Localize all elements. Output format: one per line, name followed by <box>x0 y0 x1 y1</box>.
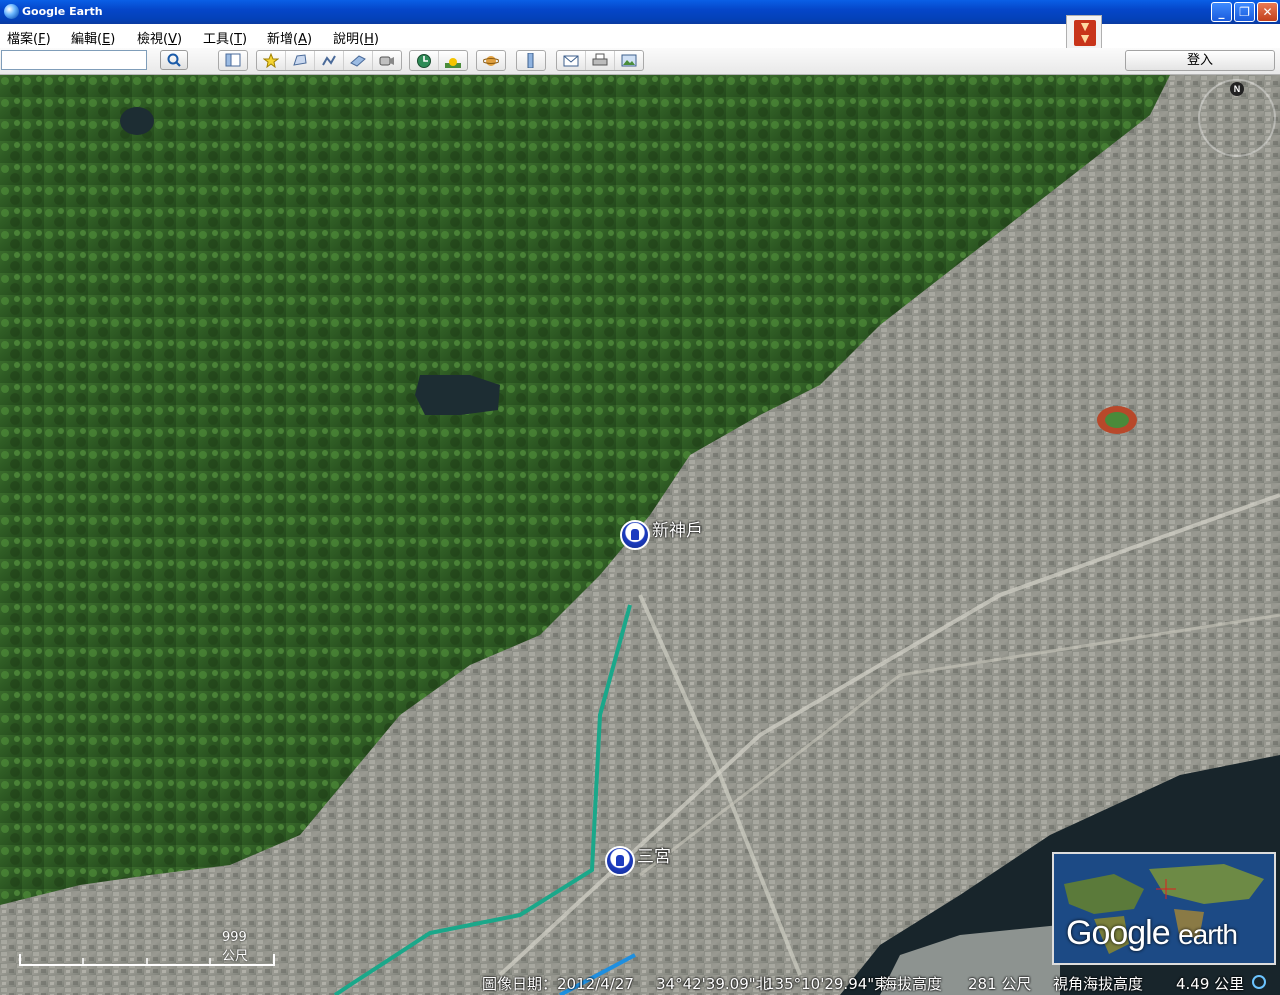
menu-edit-label: 編輯( <box>71 32 103 47</box>
map-3d-viewport[interactable]: 新神戶 三宮 N 999 公尺 Google earth 圖像日期：2012/4… <box>0 75 1280 995</box>
menu-tools-end: ) <box>242 32 248 47</box>
elevation-label: 海拔高度 <box>882 975 943 993</box>
login-button[interactable]: 登入 <box>1125 50 1275 71</box>
add-polygon-button[interactable] <box>285 51 314 70</box>
save-image-icon <box>621 54 637 67</box>
menu-file-key: F <box>38 32 46 47</box>
train-station-icon <box>605 846 635 876</box>
toolbar-collapse-button[interactable]: ▼ ▼ <box>1066 15 1102 49</box>
minimize-button[interactable]: _ <box>1211 2 1232 22</box>
longitude-readout: 135°10'29.94"東 <box>765 975 890 993</box>
menu-view-key: V <box>168 32 177 47</box>
menu-view-label: 檢視( <box>137 32 169 47</box>
menu-edit-end: ) <box>110 32 116 47</box>
email-button[interactable] <box>557 51 585 70</box>
menu-add-end: ) <box>306 32 313 47</box>
menu-help[interactable]: 說明(H) <box>333 28 379 47</box>
sidebar-toggle-icon <box>225 53 241 67</box>
menu-view[interactable]: 檢視(V) <box>137 28 182 47</box>
eye-altitude-label: 視角海拔高度 <box>1053 975 1144 993</box>
ruler-icon <box>527 53 534 68</box>
record-tour-icon <box>379 56 394 66</box>
imagery-date: 圖像日期：2012/4/27 <box>482 975 634 993</box>
add-path-button[interactable] <box>314 51 343 70</box>
menu-tools[interactable]: 工具(T) <box>203 28 247 47</box>
streaming-progress-icon <box>1252 975 1266 989</box>
menu-view-end: ) <box>176 32 183 47</box>
latitude-readout: 34°42'39.09"北 <box>656 975 771 993</box>
tool-group-create <box>256 50 402 71</box>
station-label: 新神戶 <box>652 521 703 541</box>
sunlight-button[interactable] <box>438 51 467 70</box>
scale-legend: 999 公尺 <box>18 930 278 970</box>
sidebar-toggle-button[interactable] <box>219 51 247 70</box>
menu-add-key: A <box>298 32 307 47</box>
overview-map[interactable]: Google earth <box>1052 852 1276 965</box>
menu-file-label: 檔案( <box>7 32 39 47</box>
menu-file-end: ) <box>45 32 51 47</box>
add-image-overlay-button[interactable] <box>343 51 372 70</box>
switch-planet-button[interactable] <box>477 51 505 70</box>
elevation-value: 281 公尺 <box>968 975 1032 993</box>
menu-add[interactable]: 新增(A) <box>267 28 312 47</box>
double-chevron-down-icon: ▼ ▼ <box>1074 19 1096 46</box>
navigation-compass[interactable]: N <box>1198 79 1276 157</box>
path-icon <box>322 55 336 66</box>
status-bar: 圖像日期：2012/4/27 34°42'39.09"北 135°10'29.9… <box>0 971 1280 995</box>
polygon-icon <box>293 54 307 66</box>
google-earth-logo: Google earth <box>1066 914 1238 953</box>
tool-group-planet <box>476 50 506 71</box>
menu-edit[interactable]: 編輯(E) <box>71 28 115 47</box>
tool-group-view <box>409 50 468 71</box>
search-icon <box>167 53 181 67</box>
record-tour-button[interactable] <box>372 51 401 70</box>
planet-icon <box>483 56 499 66</box>
station-marker-sannomiya[interactable]: 三宮 <box>605 846 671 876</box>
image-overlay-icon <box>350 55 366 67</box>
search-input[interactable] <box>1 50 147 70</box>
print-button[interactable] <box>585 51 614 70</box>
scale-ruler-icon <box>19 954 275 966</box>
sunlight-icon <box>445 58 461 68</box>
train-station-icon <box>620 520 650 550</box>
menu-file[interactable]: 檔案(F) <box>7 28 51 47</box>
menu-help-end: ) <box>373 32 379 47</box>
google-earth-app-icon <box>4 4 19 19</box>
search-button[interactable] <box>160 50 188 70</box>
menu-help-label: 說明( <box>333 32 365 47</box>
print-icon <box>592 53 608 66</box>
add-placemark-button[interactable] <box>257 51 285 70</box>
maximize-button[interactable]: ❐ <box>1234 2 1255 22</box>
menu-add-label: 新增( <box>267 32 299 47</box>
menu-tools-key: T <box>234 32 243 47</box>
tool-group-measure <box>516 50 546 71</box>
north-indicator[interactable]: N <box>1230 82 1244 96</box>
tool-group-sidebar <box>218 50 248 71</box>
save-image-button[interactable] <box>614 51 643 70</box>
email-icon <box>563 55 579 67</box>
historical-imagery-button[interactable] <box>410 51 438 70</box>
close-button[interactable]: ✕ <box>1257 2 1278 22</box>
logo-earth-text: earth <box>1178 919 1238 950</box>
ruler-button[interactable] <box>517 51 545 70</box>
menu-help-key: H <box>364 32 374 47</box>
toolbar: 登入 <box>0 48 1280 75</box>
placemark-icon <box>263 53 279 68</box>
eye-altitude-value: 4.49 公里 <box>1176 975 1245 993</box>
menu-tools-label: 工具( <box>203 32 235 47</box>
window-title: Google Earth <box>22 5 103 18</box>
logo-google-text: Google <box>1066 914 1171 952</box>
station-marker-shin-kobe[interactable]: 新神戶 <box>620 520 703 550</box>
historical-imagery-icon <box>417 54 431 68</box>
tool-group-share <box>556 50 644 71</box>
station-label: 三宮 <box>637 847 671 867</box>
